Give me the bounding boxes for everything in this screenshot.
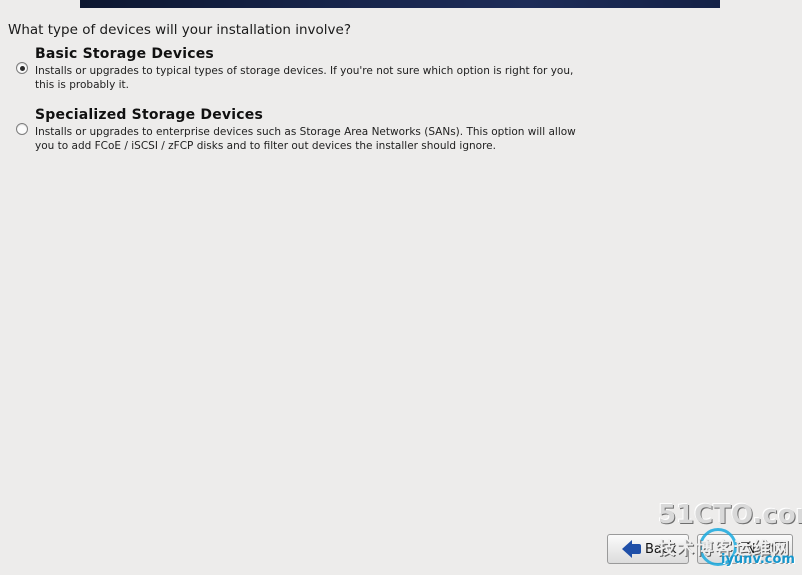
- basic-storage-description: Installs or upgrades to typical types of…: [35, 65, 574, 91]
- back-arrow-stem: [632, 544, 641, 554]
- basic-storage-radio[interactable]: [16, 62, 28, 74]
- back-button-label: Back: [645, 541, 677, 557]
- page-question: What type of devices will your installat…: [8, 22, 352, 38]
- header-banner: [80, 0, 720, 8]
- back-arrow-icon: [622, 540, 632, 558]
- next-button[interactable]: Next: [697, 534, 793, 564]
- back-button[interactable]: Back: [607, 534, 689, 564]
- specialized-storage-description: Installs or upgrades to enterprise devic…: [35, 126, 576, 152]
- specialized-storage-radio[interactable]: [16, 123, 28, 135]
- specialized-storage-title[interactable]: Specialized Storage Devices: [35, 107, 263, 123]
- next-button-label: Next: [746, 541, 777, 557]
- basic-storage-title[interactable]: Basic Storage Devices: [35, 46, 214, 62]
- watermark-site-name: 51CTO.com: [658, 500, 802, 530]
